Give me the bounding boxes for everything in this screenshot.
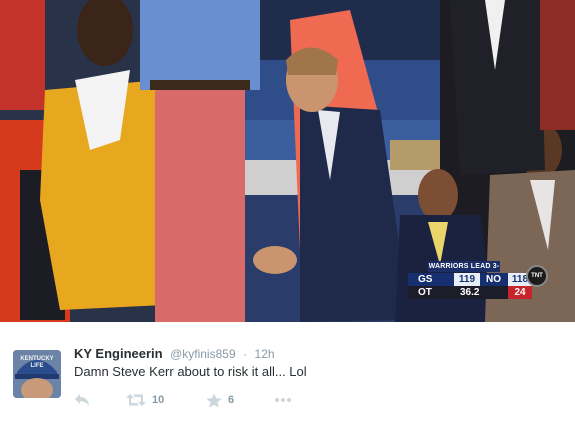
header-separator: · bbox=[243, 347, 248, 361]
tweet-actions: 10 6 bbox=[74, 392, 334, 408]
reply-icon bbox=[75, 394, 89, 406]
team-a-label: GS bbox=[418, 274, 433, 285]
retweet-icon bbox=[126, 394, 146, 406]
tweet-timestamp[interactable]: 12h bbox=[255, 347, 275, 361]
shot-clock: 24 bbox=[508, 286, 532, 299]
more-icon bbox=[275, 398, 291, 402]
clock-row: OT 36.2 24 bbox=[408, 286, 532, 299]
period-label: OT bbox=[418, 287, 432, 298]
game-clock: 36.2 bbox=[460, 287, 480, 298]
star-icon bbox=[206, 393, 222, 407]
tweet-card: KENTUCKY LIFE KY Engineerin @kyfinis859 … bbox=[0, 322, 575, 423]
network-logo: TNT bbox=[526, 265, 548, 287]
tweet-text: Damn Steve Kerr about to risk it all... … bbox=[74, 364, 307, 379]
series-banner: WARRIORS LEAD 3-2 bbox=[428, 261, 500, 281]
author-name[interactable]: KY Engineerin bbox=[74, 346, 163, 361]
tweet-photo[interactable]: WARRIORS LEAD 3-2 GS 119 NO 118 OT 36.2 … bbox=[0, 0, 575, 322]
more-button[interactable] bbox=[274, 392, 292, 408]
reply-button[interactable] bbox=[74, 392, 90, 408]
score-row: GS 119 NO 118 bbox=[408, 273, 532, 286]
team-a-score: 119 bbox=[454, 273, 480, 286]
author-handle[interactable]: @kyfinis859 bbox=[170, 347, 236, 361]
favorite-count: 6 bbox=[228, 394, 235, 406]
avatar[interactable]: KENTUCKY LIFE bbox=[13, 350, 61, 398]
tweet-header: KY Engineerin @kyfinis859 · 12h bbox=[74, 345, 275, 361]
score-bug: WARRIORS LEAD 3-2 GS 119 NO 118 OT 36.2 … bbox=[402, 261, 548, 311]
retweet-button[interactable]: 10 bbox=[126, 392, 164, 408]
team-b-label: NO bbox=[486, 274, 501, 285]
retweet-count: 10 bbox=[152, 394, 165, 406]
favorite-button[interactable]: 6 bbox=[206, 392, 234, 408]
avatar-cap-text: KENTUCKY LIFE bbox=[20, 356, 54, 369]
